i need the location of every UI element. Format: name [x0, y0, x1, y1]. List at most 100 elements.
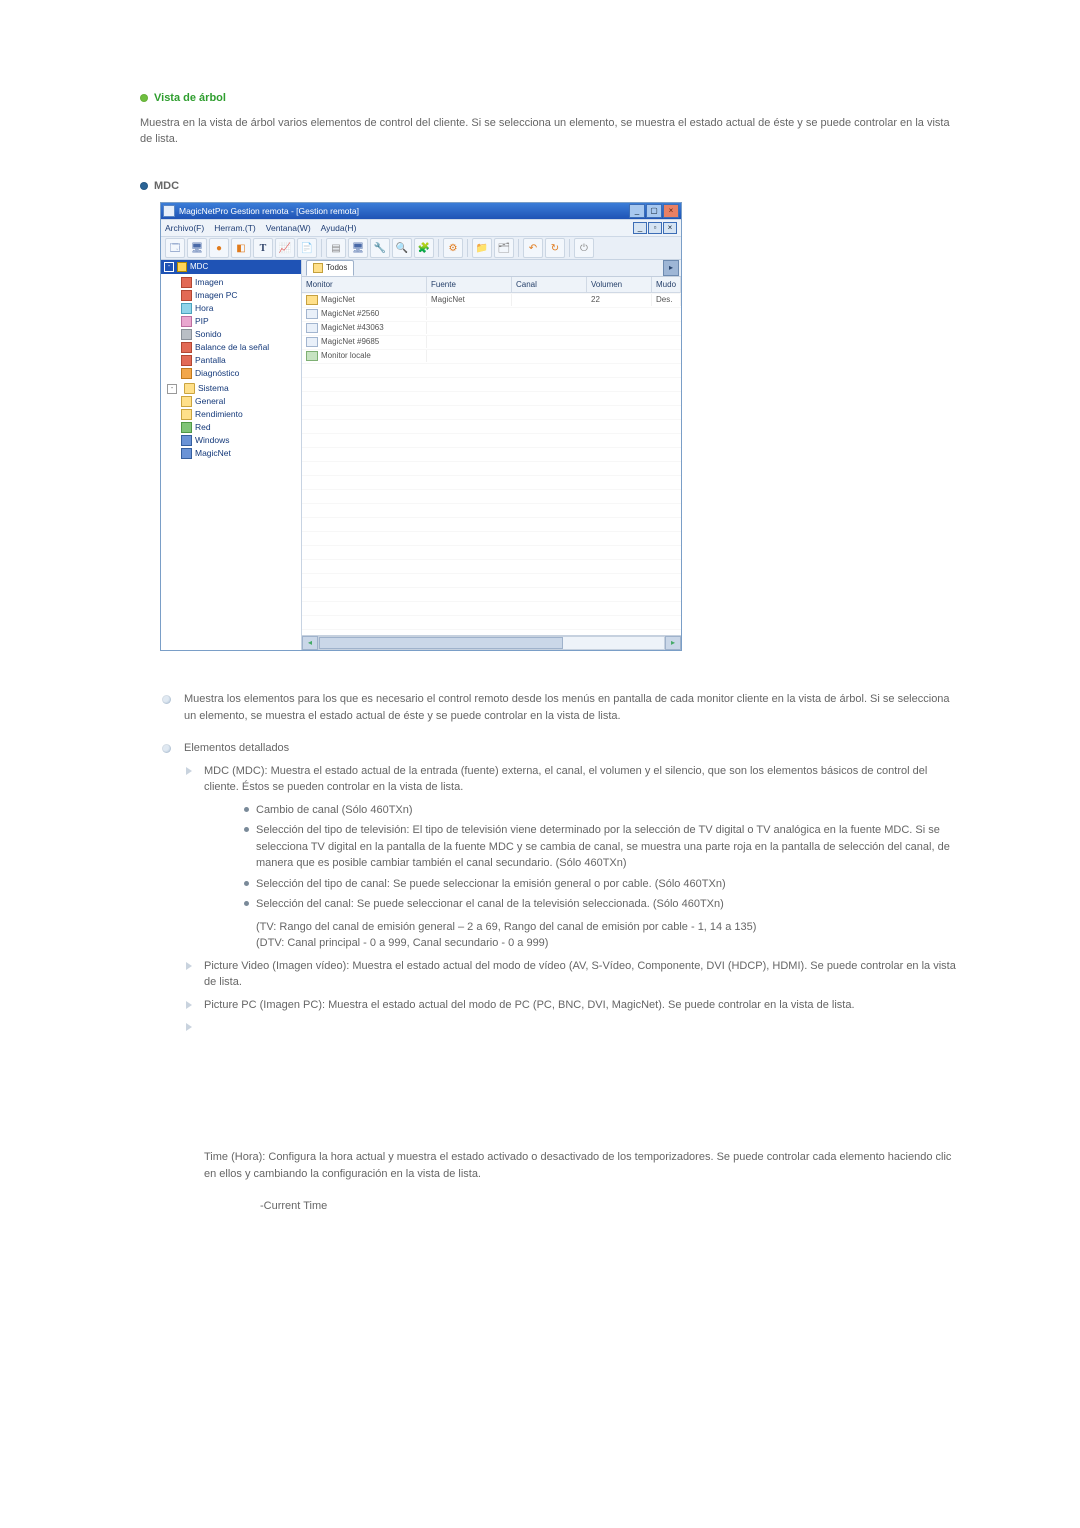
toolbar-separator	[467, 239, 468, 257]
tree-item-sonido[interactable]: Sonido	[181, 328, 297, 341]
text: Time (Hora): Configura la hora actual y …	[204, 1151, 951, 1180]
tab-scroll-button[interactable]: ▸	[663, 260, 679, 276]
col-canal[interactable]: Canal	[512, 277, 587, 292]
range-dtv: (DTV: Canal principal - 0 a 999, Canal s…	[140, 935, 960, 952]
minimize-button[interactable]: _	[629, 204, 645, 218]
tree-item-magicnet[interactable]: MagicNet	[181, 447, 297, 460]
tree-expand-icon[interactable]: -	[167, 384, 177, 394]
mdi-restore-button[interactable]: ▫	[648, 222, 662, 234]
toolbar-icon[interactable]: ◧	[231, 238, 251, 258]
list-pane: Todos ▸ Monitor Fuente Canal Volumen Mud…	[302, 260, 681, 650]
monitor-icon	[306, 337, 318, 347]
toolbar-power-icon[interactable]: ⏻	[574, 238, 594, 258]
tree-icon	[181, 303, 192, 314]
horizontal-scrollbar[interactable]: ◂ ▸	[302, 635, 681, 650]
scroll-right-button[interactable]: ▸	[665, 636, 681, 650]
grid-header: Monitor Fuente Canal Volumen Mudo	[302, 277, 681, 293]
section-mdc-head: MDC	[140, 178, 960, 195]
toolbar-separator	[438, 239, 439, 257]
current-time-line: -Current Time	[140, 1198, 960, 1215]
tree-node-sistema[interactable]: - Sistema	[167, 382, 297, 395]
tree-item-red[interactable]: Red	[181, 421, 297, 434]
text: MDC (MDC): Muestra el estado actual de l…	[204, 765, 927, 794]
text: Selección del canal: Se puede selecciona…	[256, 898, 724, 910]
toolbar-icon[interactable]: ▤	[326, 238, 346, 258]
tree-icon	[181, 277, 192, 288]
text: Picture Video (Imagen vídeo): Muestra el…	[204, 960, 956, 989]
tab-label: Todos	[326, 262, 347, 274]
tree-icon	[181, 329, 192, 340]
scroll-left-button[interactable]: ◂	[302, 636, 318, 650]
toolbar-icon[interactable]: 📄	[297, 238, 317, 258]
item-mdc: MDC (MDC): Muestra el estado actual de l…	[140, 763, 960, 796]
section-paragraph: Muestra en la vista de árbol varios elem…	[140, 115, 960, 148]
tree-item-windows[interactable]: Windows	[181, 434, 297, 447]
tree-item-pantalla[interactable]: Pantalla	[181, 354, 297, 367]
toolbar-icon[interactable]: ↻	[545, 238, 565, 258]
tree-root-label: MDC	[190, 261, 208, 273]
toolbar-icon[interactable]: 📈	[275, 238, 295, 258]
tree-collapse-icon[interactable]: -	[164, 262, 174, 272]
bullet-icon	[140, 94, 148, 102]
tree-item-hora[interactable]: Hora	[181, 302, 297, 315]
tree-icon	[181, 448, 192, 459]
maximize-button[interactable]: ▢	[646, 204, 662, 218]
col-fuente[interactable]: Fuente	[427, 277, 512, 292]
tree-item-pip[interactable]: PIP	[181, 315, 297, 328]
col-monitor[interactable]: Monitor	[302, 277, 427, 292]
tab-todos[interactable]: Todos	[306, 260, 354, 276]
cell: Des.	[656, 294, 672, 306]
tree-item-diagnostico[interactable]: Diagnóstico	[181, 367, 297, 380]
col-volumen[interactable]: Volumen	[587, 277, 652, 292]
monitor-icon	[306, 309, 318, 319]
toolbar-icon[interactable]: 🖥	[348, 238, 368, 258]
toolbar-icon[interactable]: 🔧	[370, 238, 390, 258]
bullet-tipo-tv: Selección del tipo de televisión: El tip…	[244, 822, 960, 872]
bullet-list: Cambio de canal (Sólo 460TXn) Selección …	[140, 802, 960, 913]
toolbar-separator	[518, 239, 519, 257]
toolbar-icon[interactable]: 🧩	[414, 238, 434, 258]
menu-ayuda[interactable]: Ayuda(H)	[321, 222, 357, 235]
bullet-cambio-canal: Cambio de canal (Sólo 460TXn)	[244, 802, 960, 819]
table-row[interactable]: MagicNet #2560	[302, 307, 681, 321]
tree-item-balance[interactable]: Balance de la señal	[181, 341, 297, 354]
tree-item-general[interactable]: General	[181, 395, 297, 408]
toolbar-icon[interactable]: 🖥	[187, 238, 207, 258]
mdi-close-button[interactable]: ×	[663, 222, 677, 234]
bullet-tipo-canal: Selección del tipo de canal: Se puede se…	[244, 876, 960, 893]
menu-archivo[interactable]: Archivo(F)	[165, 222, 204, 235]
close-button[interactable]: ×	[663, 204, 679, 218]
tree-item-imagen[interactable]: Imagen	[181, 276, 297, 289]
toolbar-icon[interactable]: 🔍	[392, 238, 412, 258]
tree-item-rendimiento[interactable]: Rendimiento	[181, 408, 297, 421]
toolbar-icon[interactable]: 📁	[472, 238, 492, 258]
tree-header[interactable]: - MDC	[161, 260, 301, 274]
mdi-minimize-button[interactable]: _	[633, 222, 647, 234]
toolbar-icon[interactable]: 🗂	[494, 238, 514, 258]
scroll-track[interactable]	[318, 636, 665, 650]
tree-icon	[181, 290, 192, 301]
titlebar: MagicNetPro Gestion remota - [Gestion re…	[161, 203, 681, 219]
toolbar-icon[interactable]: T	[253, 238, 273, 258]
menu-ventana[interactable]: Ventana(W)	[266, 222, 311, 235]
bullet-icon	[140, 182, 148, 190]
table-row[interactable]: MagicNet MagicNet 22 Des.	[302, 293, 681, 307]
paragraph-tree-desc: Muestra los elementos para los que es ne…	[140, 691, 960, 724]
tree-icon	[181, 355, 192, 366]
table-row[interactable]: MagicNet #9685	[302, 335, 681, 349]
toolbar-icon[interactable]: ⚙	[443, 238, 463, 258]
tree-item-imagen-pc[interactable]: Imagen PC	[181, 289, 297, 302]
col-mudo[interactable]: Mudo	[652, 277, 681, 292]
menu-herramientas[interactable]: Herram.(T)	[214, 222, 256, 235]
table-row[interactable]: MagicNet #43063	[302, 321, 681, 335]
tree-icon	[181, 396, 192, 407]
cell: MagicNet #43063	[321, 322, 384, 334]
toolbar-icon[interactable]: ●	[209, 238, 229, 258]
cell: MagicNet	[431, 294, 465, 306]
scroll-thumb[interactable]	[319, 637, 563, 649]
text: Selección del tipo de televisión: El tip…	[256, 824, 950, 869]
tree-icon	[181, 409, 192, 420]
toolbar-icon[interactable]: ↶	[523, 238, 543, 258]
table-row[interactable]: Monitor locale	[302, 349, 681, 363]
toolbar-icon[interactable]: 🗔	[165, 238, 185, 258]
